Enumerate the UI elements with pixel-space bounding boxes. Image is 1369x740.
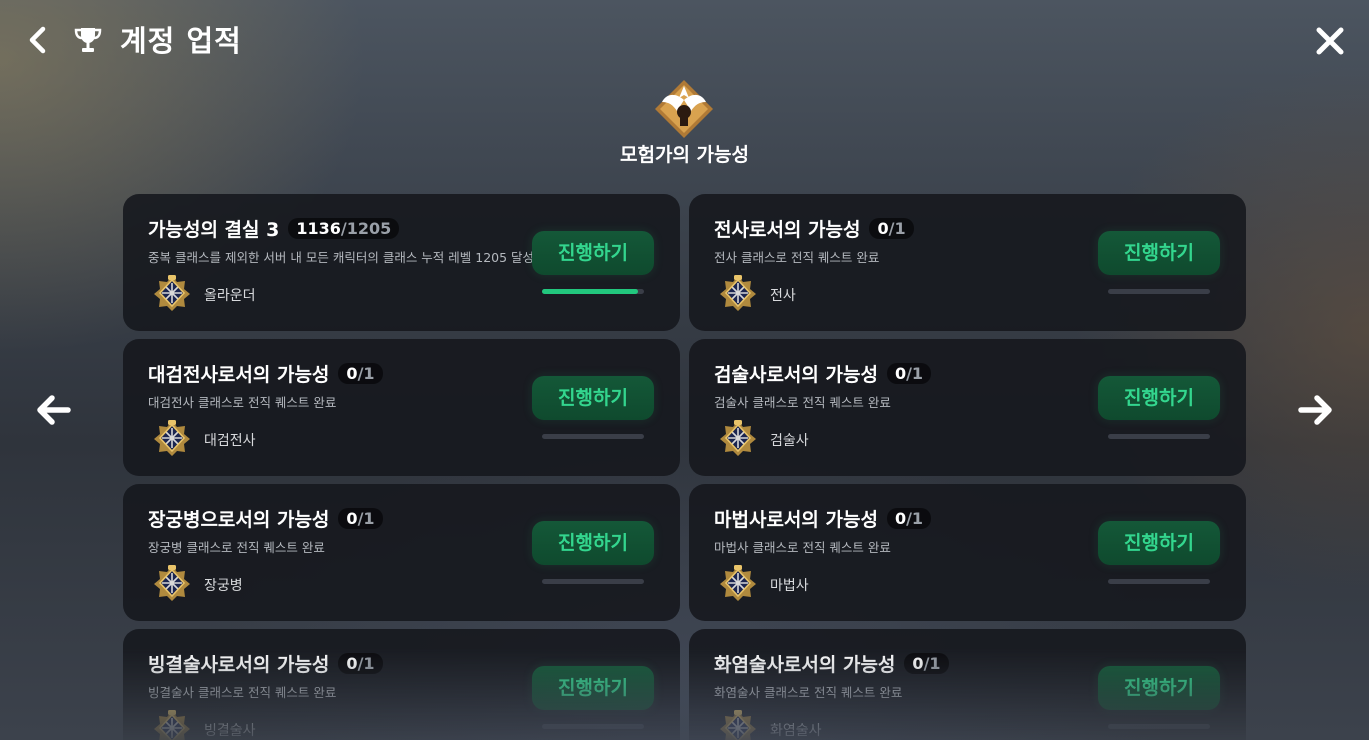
back-chevron-icon[interactable] [22, 22, 56, 58]
achievement-title: 장궁병으로서의 가능성 [148, 509, 330, 531]
category-title: 모험가의 가능성 [620, 144, 749, 166]
achievement-card: 전사로서의 가능성 0/1 전사 클래스로 전직 퀘스트 완료 전사 진행하기 [689, 194, 1246, 331]
achievement-description: 마법사 클래스로 전직 퀘스트 완료 [714, 540, 891, 555]
progress-bar [542, 724, 644, 729]
achievement-progress-count: 0/1 [886, 508, 932, 529]
achievement-card: 마법사로서의 가능성 0/1 마법사 클래스로 전직 퀘스트 완료 마법사 진행… [689, 484, 1246, 621]
title-badge-icon [719, 564, 757, 602]
close-icon[interactable] [1311, 22, 1349, 60]
achievement-card: 장궁병으로서의 가능성 0/1 장궁병 클래스로 전직 퀘스트 완료 장궁병 진… [123, 484, 680, 621]
achievement-description: 전사 클래스로 전직 퀘스트 완료 [714, 250, 880, 265]
progress-total: 1 [363, 364, 375, 383]
achievement-title-row: 화염술사로서의 가능성 0/1 [714, 650, 949, 677]
title-badge-icon [719, 709, 757, 740]
progress-total: 1 [911, 509, 924, 528]
achievement-description: 대검전사 클래스로 전직 퀘스트 완료 [148, 395, 337, 410]
achievement-title-row: 대검전사로서의 가능성 0/1 [148, 360, 383, 387]
progress-total: 1205 [346, 219, 392, 238]
achievement-card: 빙결술사로서의 가능성 0/1 빙결술사 클래스로 전직 퀘스트 완료 빙결술사… [123, 629, 680, 740]
reward-title-name: 전사 [770, 288, 796, 304]
reward-title-name: 올라운더 [204, 288, 256, 304]
reward-title-name: 대검전사 [204, 433, 256, 449]
achievement-progress-count: 0/1 [886, 363, 932, 384]
progress-bar [542, 289, 644, 294]
go-button[interactable]: 진행하기 [532, 666, 654, 710]
title-badge-icon [153, 274, 191, 312]
achievement-title-row: 전사로서의 가능성 0/1 [714, 215, 914, 242]
achievement-description: 검술사 클래스로 전직 퀘스트 완료 [714, 395, 891, 410]
reward-title-name: 마법사 [770, 578, 809, 594]
achievement-title-row: 장궁병으로서의 가능성 0/1 [148, 505, 383, 532]
achievement-card: 가능성의 결실 3 1136/1205 중복 클래스를 제외한 서버 내 모든 … [123, 194, 680, 331]
page-title: 계정 업적 [120, 24, 242, 58]
arrow-right-icon[interactable] [1296, 390, 1336, 430]
progress-bar-fill [542, 289, 639, 294]
achievement-title: 대검전사로서의 가능성 [148, 364, 330, 386]
title-badge-icon [153, 564, 191, 602]
progress-total: 1 [363, 654, 375, 673]
achievement-title: 마법사로서의 가능성 [714, 509, 878, 531]
achievement-progress-count: 0/1 [869, 218, 914, 239]
go-button[interactable]: 진행하기 [532, 521, 654, 565]
achievement-title-row: 검술사로서의 가능성 0/1 [714, 360, 932, 387]
achievement-description: 중복 클래스를 제외한 서버 내 모든 캐릭터의 클래스 누적 레벨 1205 … [148, 250, 535, 265]
achievement-title-row: 빙결술사로서의 가능성 0/1 [148, 650, 383, 677]
progress-current: 0 [346, 364, 358, 383]
progress-current: 0 [346, 654, 358, 673]
title-badge-icon [719, 274, 757, 312]
go-button[interactable]: 진행하기 [532, 376, 654, 420]
progress-total: 1 [894, 219, 906, 238]
progress-total: 1 [911, 364, 924, 383]
reward-title-name: 화염술사 [770, 723, 822, 739]
achievement-description: 화염술사 클래스로 전직 퀘스트 완료 [714, 685, 903, 700]
progress-bar [1108, 579, 1210, 584]
achievement-title: 빙결술사로서의 가능성 [148, 654, 330, 676]
progress-current: 1136 [296, 219, 341, 238]
title-badge-icon [153, 709, 191, 740]
top-bar: 계정 업적 [0, 0, 1369, 80]
achievement-title-row: 가능성의 결실 3 1136/1205 [148, 215, 400, 242]
reward-title-name: 검술사 [770, 433, 809, 449]
achievement-progress-count: 1136/1205 [288, 218, 400, 239]
title-badge-icon [153, 419, 191, 457]
go-button[interactable]: 진행하기 [1098, 521, 1220, 565]
progress-current: 0 [894, 509, 907, 528]
achievement-card: 검술사로서의 가능성 0/1 검술사 클래스로 전직 퀘스트 완료 검술사 진행… [689, 339, 1246, 476]
achievement-progress-count: 0/1 [338, 653, 383, 674]
progress-total: 1 [929, 654, 941, 673]
title-badge-icon [719, 419, 757, 457]
go-button[interactable]: 진행하기 [532, 231, 654, 275]
achievement-progress-count: 0/1 [338, 508, 383, 529]
go-button[interactable]: 진행하기 [1098, 376, 1220, 420]
achievement-description: 장궁병 클래스로 전직 퀘스트 완료 [148, 540, 325, 555]
reward-title-name: 장궁병 [204, 578, 243, 594]
achievement-title: 가능성의 결실 3 [148, 219, 280, 241]
progress-bar [542, 434, 644, 439]
achievement-progress-count: 0/1 [338, 363, 383, 384]
achievement-title-row: 마법사로서의 가능성 0/1 [714, 505, 932, 532]
progress-bar [1108, 724, 1210, 729]
arrow-left-icon[interactable] [33, 390, 73, 430]
progress-bar [1108, 289, 1210, 294]
achievement-title: 화염술사로서의 가능성 [714, 654, 896, 676]
achievement-title: 전사로서의 가능성 [714, 219, 861, 241]
go-button[interactable]: 진행하기 [1098, 231, 1220, 275]
progress-current: 0 [877, 219, 889, 238]
achievement-card: 화염술사로서의 가능성 0/1 화염술사 클래스로 전직 퀘스트 완료 화염술사… [689, 629, 1246, 740]
progress-total: 1 [363, 509, 375, 528]
achievement-description: 빙결술사 클래스로 전직 퀘스트 완료 [148, 685, 337, 700]
go-button[interactable]: 진행하기 [1098, 666, 1220, 710]
progress-current: 0 [912, 654, 924, 673]
progress-bar [1108, 434, 1210, 439]
achievement-progress-count: 0/1 [904, 653, 949, 674]
achievement-card: 대검전사로서의 가능성 0/1 대검전사 클래스로 전직 퀘스트 완료 대검전사… [123, 339, 680, 476]
reward-title-name: 빙결술사 [204, 723, 256, 739]
progress-current: 0 [346, 509, 358, 528]
trophy-icon [72, 24, 104, 56]
progress-bar [542, 579, 644, 584]
winged-emblem-icon [653, 78, 715, 140]
progress-current: 0 [894, 364, 907, 383]
achievement-grid: 가능성의 결실 3 1136/1205 중복 클래스를 제외한 서버 내 모든 … [123, 194, 1246, 740]
achievement-title: 검술사로서의 가능성 [714, 364, 878, 386]
